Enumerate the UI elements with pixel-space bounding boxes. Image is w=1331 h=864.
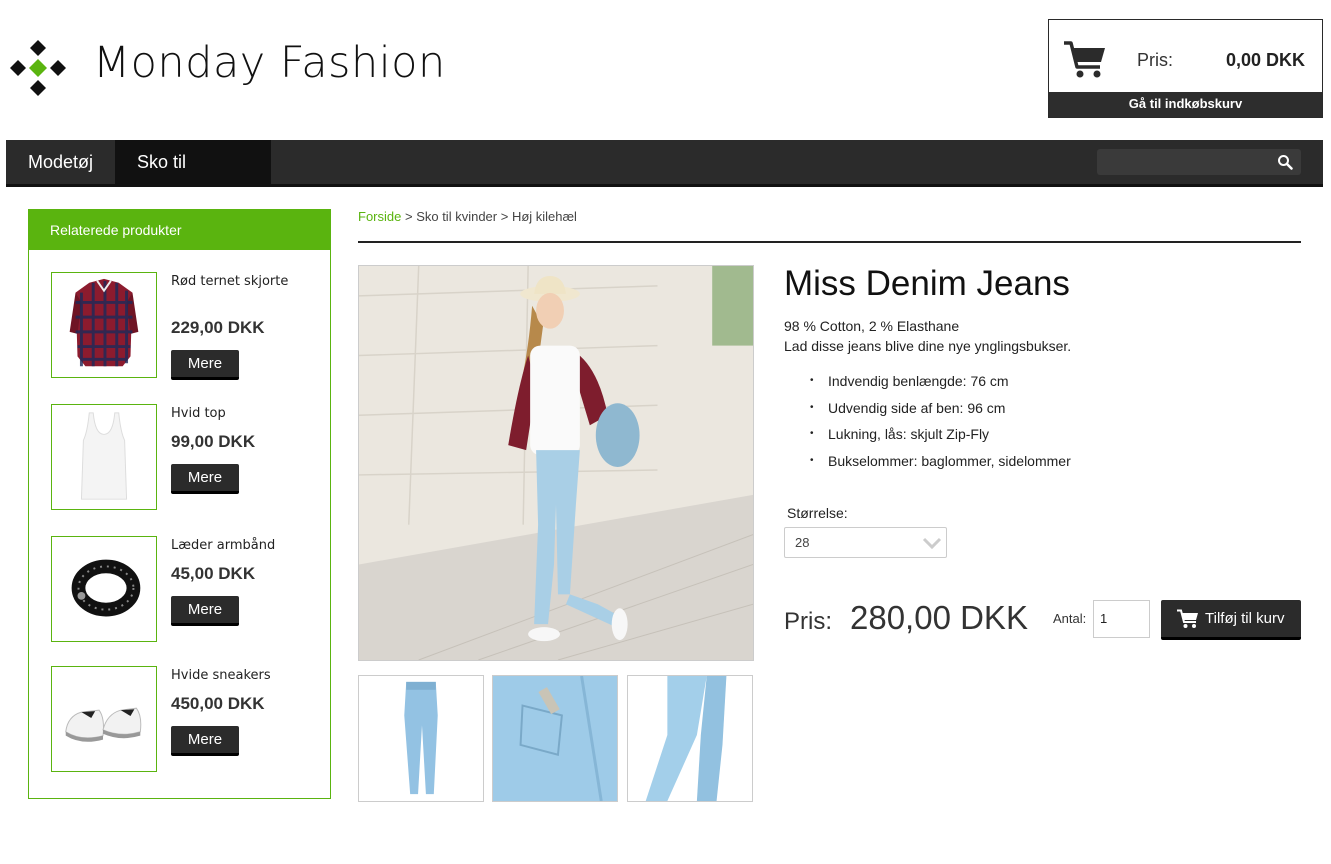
feature-item: Bukselommer: baglommer, sidelommer (810, 451, 1071, 478)
main-nav: Modetøj Sko til kvinder (6, 140, 1323, 216)
related-item-price: 229,00 DKK (171, 318, 265, 337)
product-thumbnail[interactable] (627, 675, 753, 802)
related-item: Rød ternet skjorte 229,00 DKK Mere (51, 272, 321, 380)
add-to-cart-label: Tilføj til kurv (1205, 610, 1285, 627)
price-label: Pris: (784, 608, 832, 635)
related-item-price: 45,00 DKK (171, 564, 256, 583)
size-label: Størrelse: (787, 505, 848, 521)
go-to-cart-button[interactable]: Gå til indkøbskurv (1049, 92, 1322, 117)
related-item-name[interactable]: Rød ternet skjorte (171, 272, 291, 291)
feature-item: Udvendig side af ben: 96 cm (810, 398, 1071, 425)
related-item-name[interactable]: Læder armbånd (171, 536, 291, 555)
search-icon[interactable] (1277, 154, 1293, 170)
product-features: Indvendig benlængde: 76 cm Udvendig side… (810, 371, 1071, 478)
search-input[interactable] (1097, 149, 1301, 175)
breadcrumb-category-link[interactable]: Sko til kvinder (416, 209, 497, 224)
related-item: Hvide sneakers 450,00 DKK Mere (51, 666, 321, 772)
size-select[interactable]: 28 (784, 527, 947, 558)
feature-item: Indvendig benlængde: 76 cm (810, 371, 1071, 398)
size-select-value: 28 (795, 535, 810, 550)
price-value: 280,00 DKK (850, 599, 1028, 636)
shopping-cart-icon[interactable] (1063, 40, 1107, 80)
product-material: 98 % Cotton, 2 % Elasthane (784, 318, 960, 334)
red-checked-shirt-image[interactable] (51, 272, 157, 378)
related-products-title: Relaterede produkter (29, 210, 330, 250)
cart-price-label: Pris: (1137, 50, 1173, 70)
product-title: Miss Denim Jeans (784, 264, 1070, 303)
shopping-cart-icon (1177, 609, 1198, 628)
more-button[interactable]: Mere (171, 726, 239, 756)
nav-item-sko-til-kvinder[interactable]: Sko til kvinder (115, 140, 271, 216)
divider (358, 241, 1301, 243)
brand-name[interactable]: Monday Fashion (93, 38, 446, 88)
nav-item-modetoj[interactable]: Modetøj (6, 140, 115, 184)
quantity-input[interactable]: 1 (1093, 600, 1150, 638)
chevron-down-icon (922, 537, 942, 550)
product-thumbnail[interactable] (492, 675, 618, 802)
product-main-image[interactable] (358, 265, 754, 661)
breadcrumb-current: Høj kilehæl (511, 209, 577, 224)
breadcrumb: Forside > Sko til kvinder > Høj kilehæl (358, 209, 577, 224)
brand-logo-icon[interactable] (8, 38, 68, 98)
product-tagline: Lad disse jeans blive dine nye ynglingsb… (784, 338, 1072, 354)
related-item-name[interactable]: Hvide sneakers (171, 666, 291, 685)
more-button[interactable]: Mere (171, 464, 239, 494)
add-to-cart-button[interactable]: Tilføj til kurv (1161, 600, 1301, 640)
product-description: 98 % Cotton, 2 % Elasthane Lad disse jea… (784, 316, 1071, 356)
more-button[interactable]: Mere (171, 596, 239, 626)
mini-cart: Pris: 0,00 DKK Gå til indkøbskurv (1048, 19, 1323, 118)
related-item-price: 99,00 DKK (171, 432, 256, 451)
more-button[interactable]: Mere (171, 350, 239, 380)
breadcrumb-separator: > (401, 209, 417, 224)
quantity-label: Antal: (1053, 611, 1087, 626)
leather-bracelet-image[interactable] (51, 536, 157, 642)
product-thumbnail[interactable] (358, 675, 484, 802)
related-products-panel: Relaterede produkter Rød ternet skjorte … (28, 209, 331, 799)
related-item-price: 450,00 DKK (171, 694, 265, 713)
feature-item: Lukning, lås: skjult Zip-Fly (810, 424, 1071, 451)
white-sneakers-image[interactable] (51, 666, 157, 772)
related-item: Læder armbånd 45,00 DKK Mere (51, 536, 321, 642)
breadcrumb-home-link[interactable]: Forside (358, 209, 401, 224)
related-item: Hvid top 99,00 DKK Mere (51, 404, 321, 510)
breadcrumb-separator: > (497, 209, 512, 224)
cart-price-value: 0,00 DKK (1225, 50, 1305, 70)
related-item-name[interactable]: Hvid top (171, 404, 291, 423)
white-top-image[interactable] (51, 404, 157, 510)
